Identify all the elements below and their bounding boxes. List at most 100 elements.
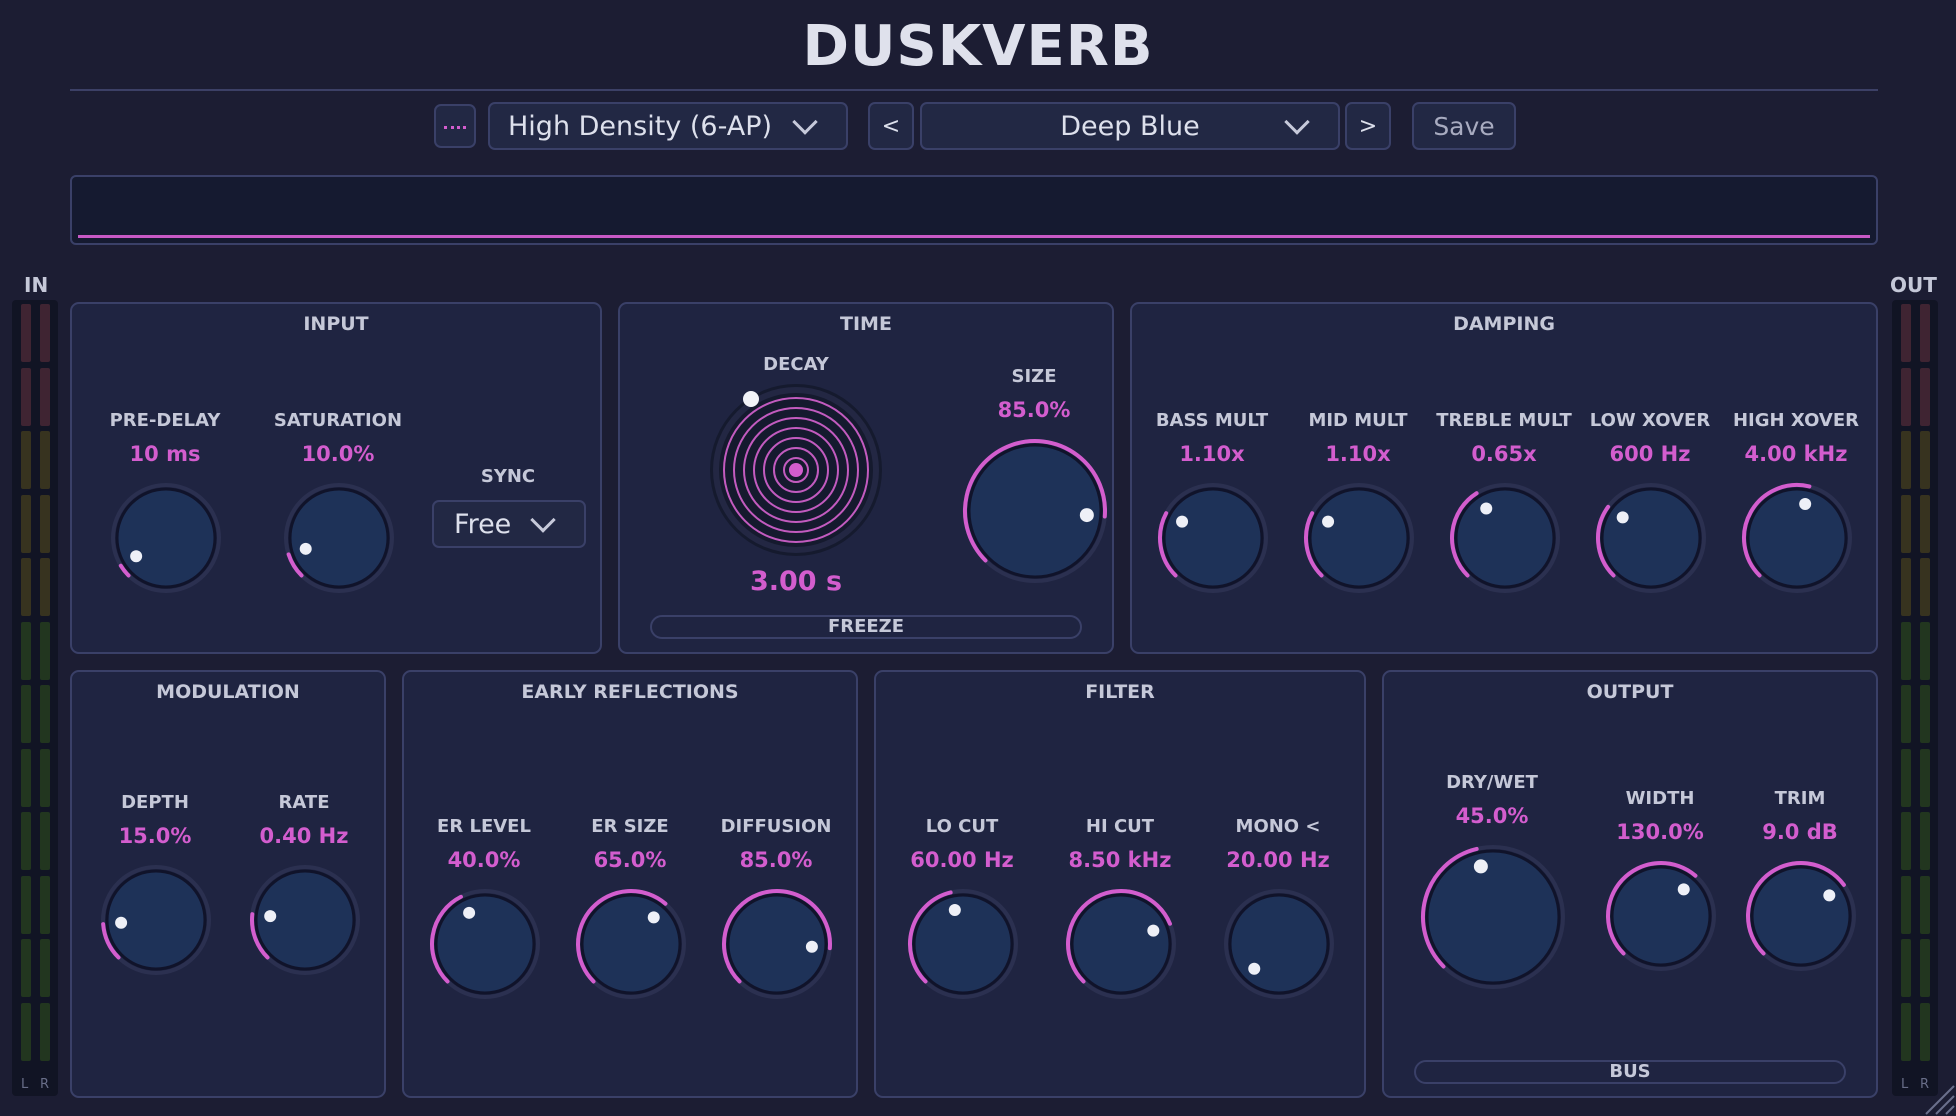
- knob-indicator: [1322, 515, 1335, 528]
- reverb-display: [70, 175, 1878, 245]
- previous-label: <: [881, 113, 901, 139]
- lo-cut-knob[interactable]: [907, 888, 1019, 1004]
- pre-delay-knob[interactable]: [110, 482, 222, 598]
- depth-knob[interactable]: [100, 864, 212, 980]
- trim-knob[interactable]: [1745, 860, 1857, 976]
- panel-title: MODULATION: [156, 681, 300, 703]
- mid-mult-knob[interactable]: [1303, 482, 1415, 598]
- knob-indicator: [264, 910, 277, 923]
- hi-cut-knob[interactable]: [1065, 888, 1177, 1004]
- meter-segment: [21, 1002, 31, 1061]
- knob-body: [1750, 865, 1852, 967]
- meter-segment: [21, 875, 31, 934]
- size-knob[interactable]: [962, 438, 1108, 588]
- er-level-knob[interactable]: [429, 888, 541, 1004]
- hi-cut-label: HI CUT: [1085, 816, 1155, 837]
- saturation-knob[interactable]: [283, 482, 395, 598]
- knob-body: [1746, 487, 1848, 589]
- rate-value: 0.40 Hz: [259, 824, 349, 848]
- knob-indicator: [1799, 497, 1812, 510]
- output-meter: L R: [1892, 300, 1938, 1096]
- rate-knob[interactable]: [249, 864, 361, 980]
- knob-body: [288, 487, 390, 589]
- meter-segment: [40, 431, 50, 489]
- knob-indicator: [1248, 962, 1261, 975]
- mono-knob[interactable]: [1223, 888, 1335, 1004]
- bass-mult-knob[interactable]: [1157, 482, 1269, 598]
- knob-body: [1425, 849, 1561, 985]
- title-divider: [70, 89, 1878, 91]
- sync-label: SYNC: [480, 466, 536, 487]
- meter-segment: [1920, 812, 1930, 870]
- knob-indicator: [1823, 889, 1836, 902]
- panel-title: EARLY REFLECTIONS: [521, 681, 739, 703]
- mono-label: MONO <: [1235, 816, 1321, 837]
- er-size-label: ER SIZE: [591, 816, 669, 837]
- width-knob[interactable]: [1605, 860, 1717, 976]
- early-reflections-panel: EARLY REFLECTIONS ER LEVEL 40.0% ER SIZE…: [402, 670, 858, 1098]
- lo-cut-value: 60.00 Hz: [910, 848, 1014, 872]
- freeze-button[interactable]: FREEZE: [650, 615, 1082, 639]
- decay-center-dot: [789, 463, 803, 477]
- sync-dropdown[interactable]: Free: [432, 500, 586, 548]
- knob-indicator: [463, 906, 476, 919]
- decay-value: 3.00 s: [749, 566, 843, 597]
- diffusion-knob[interactable]: [721, 888, 833, 1004]
- resize-handle-icon[interactable]: [1916, 1076, 1956, 1116]
- treble-mult-value: 0.65x: [1471, 442, 1537, 466]
- meter-segment: [21, 812, 31, 870]
- menu-button[interactable]: [434, 104, 476, 148]
- knob-indicator: [1079, 508, 1094, 523]
- save-button[interactable]: Save: [1412, 102, 1516, 150]
- previous-preset-button[interactable]: <: [868, 102, 914, 150]
- size-value: 85.0%: [997, 398, 1071, 422]
- diffusion-label: DIFFUSION: [720, 816, 832, 837]
- algorithm-dropdown[interactable]: High Density (6-AP): [488, 102, 848, 150]
- meter-segment: [40, 558, 50, 616]
- meter-segment: [21, 939, 31, 997]
- er-size-knob[interactable]: [575, 888, 687, 1004]
- chevron-down-icon: [792, 109, 818, 135]
- right-channel-label: R: [40, 1077, 50, 1092]
- meter-segment: [1920, 621, 1930, 680]
- knob-indicator: [1147, 924, 1160, 937]
- knob-body: [1070, 893, 1172, 995]
- low-xover-label: LOW XOVER: [1589, 410, 1711, 431]
- panel-title: FILTER: [1085, 681, 1155, 703]
- meter-segment: [21, 304, 31, 362]
- trim-value: 9.0 dB: [1762, 820, 1838, 844]
- depth-value: 15.0%: [118, 824, 192, 848]
- meter-segment: [21, 621, 31, 680]
- meter-segment: [1901, 621, 1911, 680]
- decay-ring-knob[interactable]: [706, 380, 886, 560]
- knob-body: [1610, 865, 1712, 967]
- meter-segment: [1901, 812, 1911, 870]
- meter-segment: [1901, 1002, 1911, 1061]
- high-xover-knob[interactable]: [1741, 482, 1853, 598]
- low-xover-knob[interactable]: [1595, 482, 1707, 598]
- mono-value: 20.00 Hz: [1226, 848, 1330, 872]
- panel-title: OUTPUT: [1586, 681, 1674, 703]
- knob-indicator: [130, 550, 143, 563]
- knob-body: [1228, 893, 1330, 995]
- rate-label: RATE: [278, 792, 330, 813]
- bus-button[interactable]: BUS: [1414, 1060, 1846, 1084]
- knob-indicator: [647, 911, 660, 924]
- next-preset-button[interactable]: >: [1345, 102, 1391, 150]
- filter-panel: FILTER LO CUT 60.00 Hz HI CUT 8.50 kHz M…: [874, 670, 1366, 1098]
- dry-wet-knob[interactable]: [1420, 844, 1566, 994]
- treble-mult-knob[interactable]: [1449, 482, 1561, 598]
- depth-label: DEPTH: [121, 792, 189, 813]
- damping-panel: DAMPING BASS MULT 1.10x MID MULT 1.10x T…: [1130, 302, 1878, 654]
- meter-segment: [1901, 367, 1911, 426]
- knob-body: [1162, 487, 1264, 589]
- decay-label: DECAY: [763, 354, 829, 375]
- knob-indicator: [1677, 883, 1690, 896]
- knob-indicator: [948, 903, 961, 916]
- knob-body: [115, 487, 217, 589]
- preset-dropdown[interactable]: Deep Blue: [920, 102, 1340, 150]
- knob-body: [1454, 487, 1556, 589]
- meter-segment: [1920, 494, 1930, 553]
- meter-segment: [21, 431, 31, 489]
- knob-indicator: [805, 940, 818, 953]
